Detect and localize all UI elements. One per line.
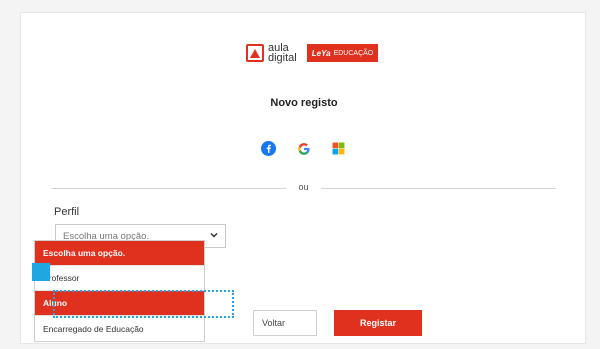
dropdown-option-aluno[interactable]: Aluno — [35, 291, 204, 316]
or-divider: ou — [51, 182, 556, 194]
perfil-label: Perfil — [54, 206, 80, 218]
cursor-marker — [32, 263, 50, 281]
chevron-down-icon — [210, 232, 218, 238]
leya-mark: LeYa — [311, 48, 331, 58]
dropdown-option-escolha[interactable]: Escolha uma opção. — [35, 241, 204, 266]
social-login-row — [261, 141, 346, 156]
aula-digital-mark-icon — [246, 44, 264, 62]
page-title: Novo registo — [270, 97, 338, 109]
register-button[interactable]: Registar — [334, 310, 422, 336]
aula-digital-text: aula digital — [268, 43, 297, 64]
aula-digital-logo: aula digital — [246, 43, 297, 64]
perfil-dropdown-list: Escolha uma opção. Professor Aluno Encar… — [34, 240, 205, 342]
dropdown-option-encarregado[interactable]: Encarregado de Educação — [35, 316, 204, 341]
divider-text: ou — [298, 182, 309, 192]
divider-line-right — [321, 188, 556, 189]
back-button[interactable]: Voltar — [253, 310, 317, 336]
brand-logos: aula digital LeYa EDUCAÇÃO — [246, 43, 379, 64]
facebook-icon[interactable] — [261, 141, 276, 156]
leya-educacao-logo: LeYa EDUCAÇÃO — [306, 44, 379, 62]
google-icon[interactable] — [296, 141, 311, 156]
dropdown-option-professor[interactable]: Professor — [35, 266, 204, 291]
aula-text-line2: digital — [268, 52, 297, 64]
leya-text: EDUCAÇÃO — [333, 49, 374, 57]
microsoft-icon[interactable] — [331, 141, 346, 156]
